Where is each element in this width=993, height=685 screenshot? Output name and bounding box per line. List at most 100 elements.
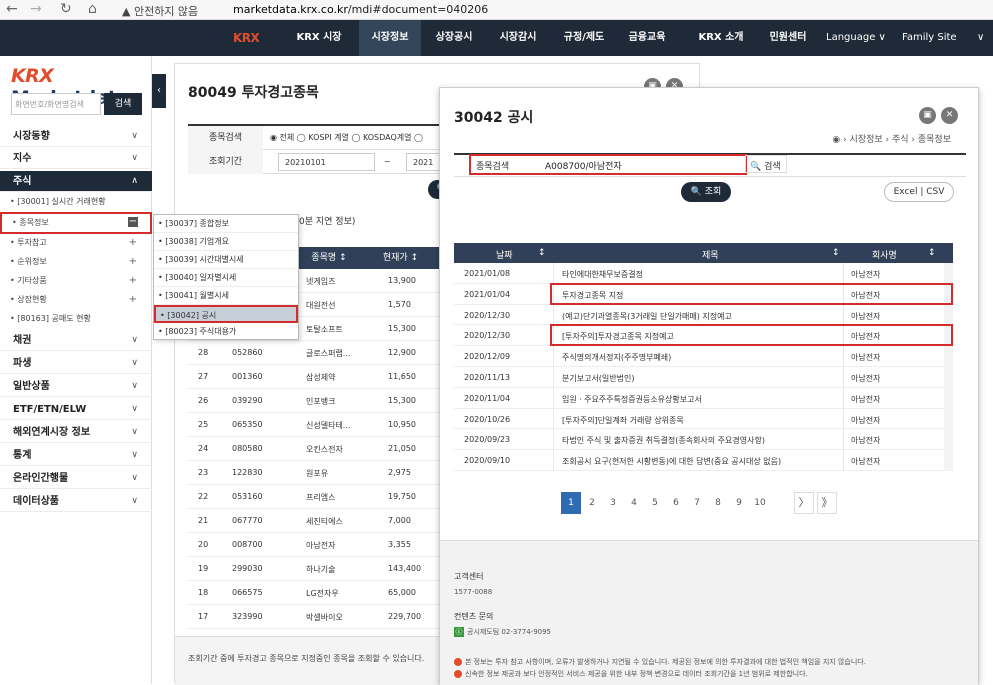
- table-row[interactable]: 18 066575 LG전자우 65,000: [188, 581, 443, 605]
- header-price[interactable]: 현재가 ↕: [358, 247, 443, 269]
- table-row[interactable]: 21 067770 세진티에스 7,000: [188, 509, 443, 533]
- krx-logo[interactable]: KRX: [233, 31, 260, 45]
- address-bar[interactable]: marketdata.krx.co.kr/mdi#document=040206: [233, 3, 488, 16]
- table-row[interactable]: 2020/10/26 [투자주의]단일계좌 거래량 상위종목 아남전자: [454, 408, 944, 430]
- screen-search-input[interactable]: 화면번호/화면명검색: [11, 93, 101, 115]
- nav-item-education[interactable]: 금융교육: [619, 20, 675, 56]
- table-row[interactable]: 24 080580 오킨스전자 21,050: [188, 437, 443, 461]
- cell-title[interactable]: 분기보고서(일반법인): [562, 373, 842, 384]
- expand-icon[interactable]: +: [129, 234, 137, 252]
- nav-item-market-info[interactable]: 시장정보: [359, 20, 421, 56]
- next-page-icon[interactable]: 〉: [794, 492, 814, 514]
- flyout-item-substitute[interactable]: • [80023] 주식대용가: [154, 323, 298, 341]
- last-page-icon[interactable]: 》: [817, 492, 837, 514]
- sidebar-sub-realtime[interactable]: • [30001] 실시간 거래현황: [0, 193, 152, 211]
- nav-item-regulation[interactable]: 규정/제도: [553, 20, 615, 56]
- sort-icon[interactable]: ↕: [538, 248, 546, 258]
- table-row[interactable]: 17 323990 박셀바이오 229,700: [188, 605, 443, 629]
- table-row[interactable]: 19 299030 하나기술 143,400: [188, 557, 443, 581]
- table-row[interactable]: 26 039290 인포뱅크 15,300: [188, 389, 443, 413]
- cell-title[interactable]: (예고)단기과열종목(3거래일 단일가매매) 지정예고: [562, 311, 842, 322]
- cell-title[interactable]: 조회공시 요구(현저한 시황변동)에 대한 답변(중요 공시대상 없음): [562, 456, 842, 467]
- table-row[interactable]: 2020/11/13 분기보고서(일반법인) 아남전자: [454, 367, 944, 388]
- table-row[interactable]: 2020/09/10 조회공시 요구(현저한 시황변동)에 대한 답변(중요 공시…: [454, 450, 944, 471]
- sort-icon[interactable]: ↕: [832, 248, 840, 258]
- date-from-input[interactable]: 20210101: [278, 153, 375, 171]
- stock-search-input[interactable]: A008700/아남전자: [545, 159, 622, 172]
- cell-title[interactable]: [투자주의]단일계좌 거래량 상위종목: [562, 415, 842, 426]
- collapse-icon[interactable]: −: [128, 217, 138, 227]
- family-site-selector[interactable]: Family Site: [902, 20, 957, 56]
- sidebar-item-commodities[interactable]: 일반상품 ∨: [0, 376, 152, 397]
- table-row[interactable]: 27 001360 삼성제약 11,650: [188, 365, 443, 389]
- sidebar-item-bond[interactable]: 채권 ∨: [0, 330, 152, 351]
- language-selector[interactable]: Language ∨: [826, 20, 886, 56]
- header-name[interactable]: 종목명 ↕: [300, 247, 358, 269]
- export-button[interactable]: Excel | CSV: [884, 182, 954, 202]
- table-row[interactable]: 2020/12/30 (예고)단기과열종목(3거래일 단일가매매) 지정예고 아남전…: [454, 304, 944, 326]
- table-row[interactable]: 2021/01/08 타인에대한채무보증결정 아남전자: [454, 263, 944, 284]
- header-company[interactable]: 회사명: [872, 248, 897, 261]
- table-row[interactable]: 2020/11/04 임원ㆍ주요주주특정증권등소유상황보고서 아남전자: [454, 387, 944, 409]
- page-5[interactable]: 5: [645, 492, 665, 514]
- flyout-item-hourly[interactable]: • [30039] 시간대별시세: [154, 251, 298, 269]
- nav-item-customer-center[interactable]: 민원센터: [760, 20, 816, 56]
- table-row[interactable]: 20 008700 아남전자 3,355: [188, 533, 443, 557]
- sort-icon[interactable]: ↕: [928, 248, 936, 258]
- sidebar-collapse-button[interactable]: ‹: [152, 74, 166, 108]
- cell-title[interactable]: 타인에대한채무보증결정: [562, 269, 842, 280]
- sidebar-item-data-products[interactable]: 데이터상품 ∨: [0, 491, 152, 512]
- home-icon[interactable]: ⌂: [88, 1, 97, 17]
- page-7[interactable]: 7: [687, 492, 707, 514]
- page-4[interactable]: 4: [624, 492, 644, 514]
- page-10[interactable]: 10: [750, 492, 770, 514]
- security-warning[interactable]: ▲ 안전하지 않음: [122, 3, 198, 19]
- flyout-item-monthly[interactable]: • [30041] 월별시세: [154, 287, 298, 305]
- header-date[interactable]: 날짜: [496, 248, 513, 261]
- sidebar-sub-listing-status[interactable]: • 상장현황 +: [0, 291, 152, 309]
- screen-search-button[interactable]: 검색: [104, 93, 142, 115]
- page-9[interactable]: 9: [729, 492, 749, 514]
- sidebar-item-statistics[interactable]: 통계 ∨: [0, 445, 152, 466]
- expand-icon[interactable]: +: [129, 253, 137, 271]
- table-row[interactable]: 22 053160 프리엠스 19,750: [188, 485, 443, 509]
- table-row[interactable]: 2020/12/09 주식명의개서정지(주주명부폐쇄) 아남전자: [454, 346, 944, 367]
- sidebar-item-derivatives[interactable]: 파생 ∨: [0, 353, 152, 374]
- sidebar-sub-investment-ref[interactable]: • 투자참고 +: [0, 234, 152, 252]
- sidebar-item-overseas[interactable]: 해외연계시장 정보 ∨: [0, 422, 152, 443]
- table-row[interactable]: 25 065350 신성델타테... 10,950: [188, 413, 443, 437]
- window-icon[interactable]: ▣: [919, 107, 936, 124]
- sidebar-item-market-trend[interactable]: 시장동향 ∨: [0, 126, 152, 147]
- flyout-item-company[interactable]: • [30038] 기업개요: [154, 233, 298, 251]
- sidebar-sub-other-products[interactable]: • 기타상품 +: [0, 272, 152, 290]
- flyout-item-overview[interactable]: • [30037] 종합정보: [154, 215, 298, 233]
- nav-item-market-surveillance[interactable]: 시장감시: [489, 20, 547, 56]
- header-title[interactable]: 제목: [702, 248, 719, 261]
- expand-icon[interactable]: +: [129, 291, 137, 309]
- expand-icon[interactable]: +: [129, 272, 137, 290]
- table-row[interactable]: 23 122830 원포유 2,975: [188, 461, 443, 485]
- reload-icon[interactable]: ↻: [60, 1, 72, 17]
- close-icon[interactable]: ✕: [941, 107, 958, 124]
- stock-search-button[interactable]: 🔍 검색: [745, 155, 787, 173]
- cell-title[interactable]: 타법인 주식 및 출자증권 취득결정(종속회사의 주요경영사항): [562, 435, 842, 446]
- chevron-down-icon[interactable]: ∨: [977, 20, 984, 56]
- page-1[interactable]: 1: [561, 492, 581, 514]
- sidebar-item-etf[interactable]: ETF/ETN/ELW ∨: [0, 399, 152, 420]
- sidebar-sub-ranking[interactable]: • 순위정보 +: [0, 253, 152, 271]
- page-2[interactable]: 2: [582, 492, 602, 514]
- forward-icon[interactable]: →: [30, 1, 42, 17]
- query-button[interactable]: 🔍 조회: [681, 182, 731, 202]
- nav-item-listing-disclosure[interactable]: 상장공시: [423, 20, 485, 56]
- nav-item-about-krx[interactable]: KRX 소개: [690, 20, 752, 56]
- flyout-item-daily[interactable]: • [30040] 일자별시세: [154, 269, 298, 287]
- cell-title[interactable]: 임원ㆍ주요주주특정증권등소유상황보고서: [562, 394, 842, 405]
- page-3[interactable]: 3: [603, 492, 623, 514]
- flyout-item-disclosure[interactable]: • [30042] 공시: [154, 305, 298, 323]
- sidebar-sub-short-selling[interactable]: • [80163] 공매도 현황: [0, 310, 152, 328]
- back-icon[interactable]: ←: [6, 1, 18, 17]
- table-row[interactable]: 2020/09/23 타법인 주식 및 출자증권 취득결정(종속회사의 주요경영사…: [454, 429, 944, 451]
- table-row[interactable]: 28 052860 글로스퍼랩... 12,900: [188, 341, 443, 365]
- page-8[interactable]: 8: [708, 492, 728, 514]
- cell-title[interactable]: 주식명의개서정지(주주명부폐쇄): [562, 352, 842, 363]
